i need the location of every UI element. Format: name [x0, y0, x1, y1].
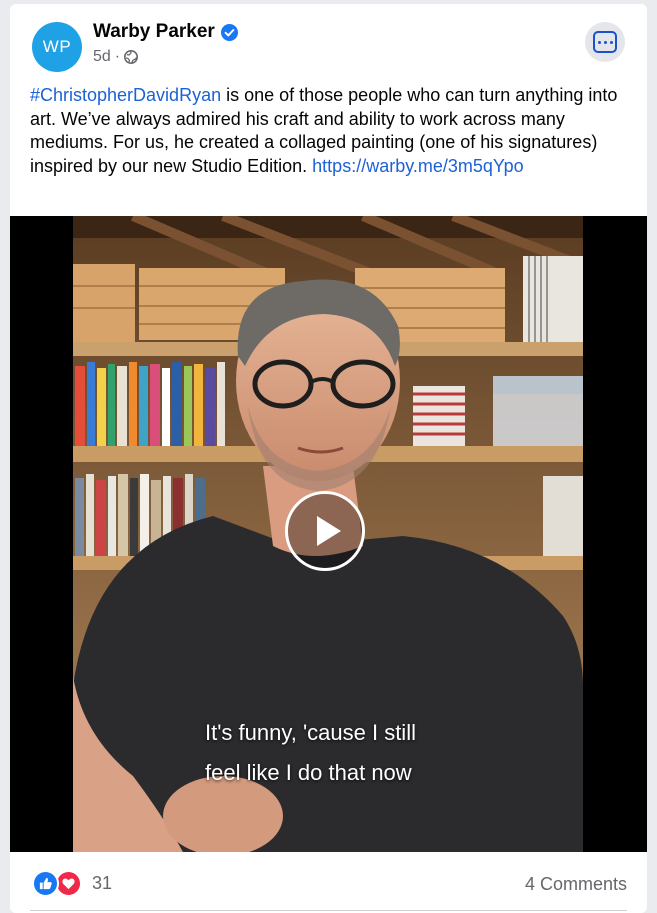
reactions-summary[interactable]: 31 — [32, 870, 112, 897]
post-footer: 31 4 Comments — [10, 852, 647, 913]
meta-separator: · — [114, 48, 121, 65]
video-player[interactable]: It's funny, 'cause I still feel like I d… — [10, 216, 647, 852]
caption-url-link[interactable]: https://warby.me/3m5qYpo — [312, 156, 523, 176]
comments-count-link[interactable]: 4 Comments — [525, 874, 627, 895]
play-button[interactable] — [285, 491, 365, 571]
page-name[interactable]: Warby Parker — [93, 21, 215, 43]
love-reaction-icon — [55, 870, 82, 897]
video-subtitle-line1: It's funny, 'cause I still — [205, 720, 416, 745]
avatar[interactable]: WP — [32, 22, 82, 72]
more-options-icon — [593, 31, 617, 53]
footer-divider — [30, 910, 627, 911]
video-subtitle-line2: feel like I do that now — [205, 760, 412, 785]
post-caption: #ChristopherDavidRyan is one of those pe… — [30, 84, 630, 178]
reaction-count: 31 — [92, 873, 113, 893]
name-row: Warby Parker — [93, 21, 238, 43]
globe-icon — [124, 50, 139, 64]
like-reaction-icon — [32, 870, 59, 897]
verified-badge-icon — [220, 23, 238, 41]
avatar-initials: WP — [42, 37, 72, 56]
hashtag-link[interactable]: #ChristopherDavidRyan — [30, 85, 221, 105]
post-card: WP Warby Parker 5d · #ChristopherDavidRy… — [10, 4, 647, 913]
more-options-button[interactable] — [585, 22, 625, 62]
post-meta: 5d · — [93, 48, 139, 66]
play-icon — [317, 516, 341, 546]
post-header: WP Warby Parker 5d · — [10, 4, 647, 80]
post-timestamp[interactable]: 5d — [93, 48, 111, 66]
